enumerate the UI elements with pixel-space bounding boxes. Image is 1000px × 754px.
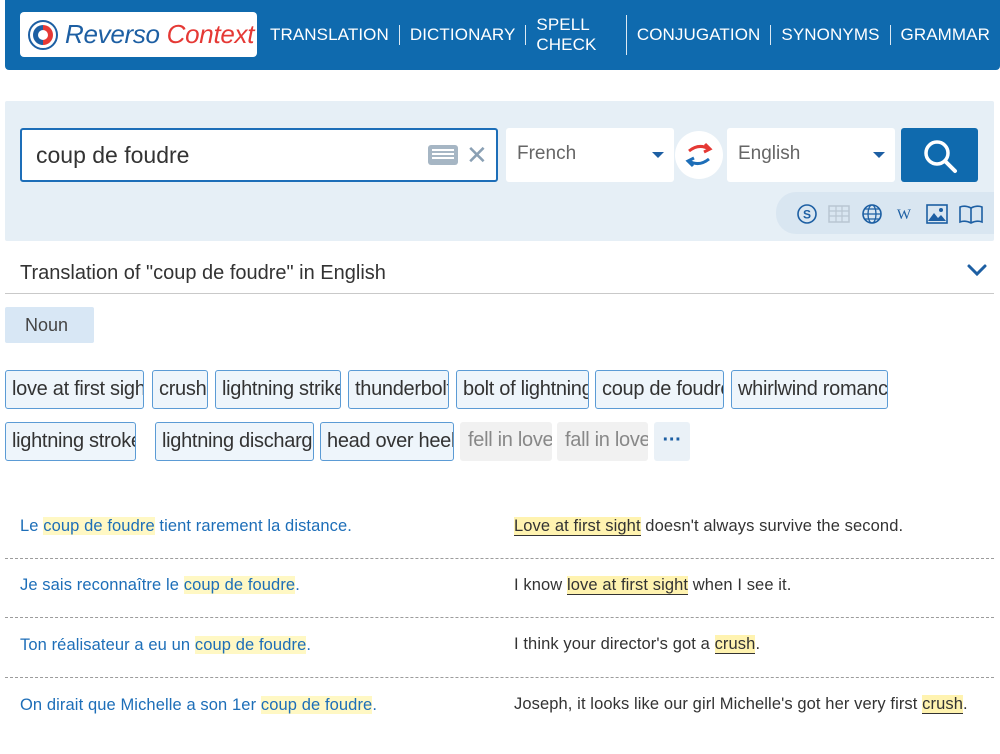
wikipedia-icon[interactable]: W: [893, 203, 915, 225]
target-language-label: English: [738, 143, 801, 164]
main-nav: TRANSLATION DICTIONARY SPELL CHECK CONJU…: [260, 0, 1000, 70]
globe-icon[interactable]: [861, 203, 883, 225]
example-source-text: .: [306, 636, 312, 654]
source-language-label: French: [517, 143, 577, 164]
more-translations-button[interactable]: ···: [654, 422, 690, 461]
example-target-text: I think your director's got a: [514, 635, 715, 653]
table-icon[interactable]: [828, 203, 850, 225]
chevron-down-icon: [652, 152, 664, 158]
pos-tab-label: Noun: [25, 315, 69, 335]
example-source[interactable]: On dirait que Michelle a son 1er coup de…: [20, 696, 377, 715]
top-navigation-bar: Reverso Context TRANSLATION DICTIONARY S…: [5, 0, 1000, 70]
example-target-text: I know: [514, 576, 567, 594]
example-target[interactable]: I think your director's got a crush.: [514, 631, 984, 657]
search-panel: ✕ French English S: [5, 101, 994, 241]
example-source-text: .: [372, 696, 378, 714]
swap-languages-button[interactable]: [675, 131, 723, 179]
example-source-text: Je sais reconnaître le: [20, 576, 184, 594]
target-highlight: Love at first sight: [514, 517, 641, 536]
search-box: ✕: [20, 128, 498, 182]
example-target-text: .: [963, 695, 968, 713]
nav-grammar[interactable]: GRAMMAR: [891, 25, 1000, 45]
example-row: Ton réalisateur a eu un coup de foudre. …: [5, 618, 994, 678]
target-highlight: crush: [714, 635, 756, 654]
translation-chip[interactable]: love at first sight: [5, 370, 144, 409]
clear-icon[interactable]: ✕: [466, 140, 488, 170]
target-language-select[interactable]: English: [727, 128, 895, 182]
example-target-text: doesn't always survive the second.: [640, 517, 904, 535]
nav-synonyms[interactable]: SYNONYMS: [771, 25, 891, 45]
pos-tab-noun[interactable]: Noun: [5, 307, 94, 343]
example-source[interactable]: Ton réalisateur a eu un coup de foudre.: [20, 636, 311, 655]
example-source[interactable]: Le coup de foudre tient rarement la dist…: [20, 517, 352, 536]
example-row: Je sais reconnaître le coup de foudre. I…: [5, 559, 994, 618]
svg-text:W: W: [897, 207, 912, 223]
translation-chip[interactable]: lightning stroke: [5, 422, 136, 461]
synonyms-icon[interactable]: S: [796, 203, 818, 225]
translation-chip[interactable]: thunderbolt: [348, 370, 449, 409]
swap-arrows-icon: [685, 142, 713, 168]
nav-conjugation[interactable]: CONJUGATION: [627, 25, 772, 45]
nav-dictionary[interactable]: DICTIONARY: [400, 25, 527, 45]
dictionary-book-icon[interactable]: [958, 203, 984, 225]
example-source-text: tient rarement la distance.: [154, 517, 352, 535]
example-target[interactable]: Joseph, it looks like our girl Michelle'…: [514, 691, 984, 717]
source-highlight: coup de foudre: [183, 576, 296, 594]
tools-bar: S W: [776, 192, 994, 234]
example-source-text: On dirait que Michelle a son 1er: [20, 696, 261, 714]
search-input[interactable]: [36, 130, 416, 180]
svg-text:S: S: [803, 208, 811, 222]
source-highlight: coup de foudre: [194, 636, 307, 654]
example-row: Le coup de foudre tient rarement la dist…: [5, 500, 994, 559]
example-source-text: Ton réalisateur a eu un: [20, 636, 195, 654]
nav-translation[interactable]: TRANSLATION: [260, 25, 400, 45]
example-target-text: when I see it.: [688, 576, 792, 594]
translation-chip[interactable]: whirlwind romance: [731, 370, 888, 409]
example-target-text: .: [755, 635, 761, 653]
chevron-down-icon: [873, 152, 885, 158]
source-highlight: coup de foudre: [43, 517, 155, 535]
translation-chip[interactable]: lightning strike: [215, 370, 341, 409]
translation-chip[interactable]: lightning discharge: [155, 422, 314, 461]
image-icon[interactable]: [926, 203, 948, 225]
logo-text: Reverso Context: [65, 19, 254, 50]
translation-section-header[interactable]: Translation of "coup de foudre" in Engli…: [5, 254, 994, 294]
translation-chip[interactable]: crush: [152, 370, 208, 409]
logo-text-reverso: Reverso: [65, 19, 160, 49]
target-highlight: crush: [922, 695, 964, 714]
example-target-text: Joseph, it looks like our girl Michelle'…: [514, 695, 923, 713]
translation-chip[interactable]: bolt of lightning: [456, 370, 589, 409]
example-source-text: .: [295, 576, 300, 594]
source-language-select[interactable]: French: [506, 128, 674, 182]
translation-chip[interactable]: coup de foudre: [595, 370, 724, 409]
source-highlight: coup de foudre: [260, 696, 373, 714]
keyboard-icon[interactable]: [428, 145, 458, 165]
example-row: On dirait que Michelle a son 1er coup de…: [5, 678, 994, 754]
translation-chip[interactable]: head over heels: [320, 422, 454, 461]
translation-chip-muted[interactable]: fall in love: [557, 422, 648, 461]
example-target[interactable]: Love at first sight doesn't always survi…: [514, 513, 984, 539]
example-target[interactable]: I know love at first sight when I see it…: [514, 572, 984, 598]
logo-text-context: Context: [166, 19, 255, 49]
translation-title: Translation of "coup de foudre" in Engli…: [20, 262, 386, 284]
example-source[interactable]: Je sais reconnaître le coup de foudre.: [20, 576, 300, 595]
target-highlight: love at first sight: [566, 576, 689, 595]
search-icon: [924, 140, 957, 173]
reverso-context-logo[interactable]: Reverso Context: [20, 12, 257, 57]
translation-chip-muted[interactable]: fell in love: [460, 422, 552, 461]
example-source-text: Le: [20, 517, 44, 535]
reverso-logo-icon: [28, 19, 58, 50]
search-button[interactable]: [901, 128, 978, 182]
nav-spell-check[interactable]: SPELL CHECK: [526, 15, 627, 55]
chevron-down-icon[interactable]: [966, 262, 988, 278]
